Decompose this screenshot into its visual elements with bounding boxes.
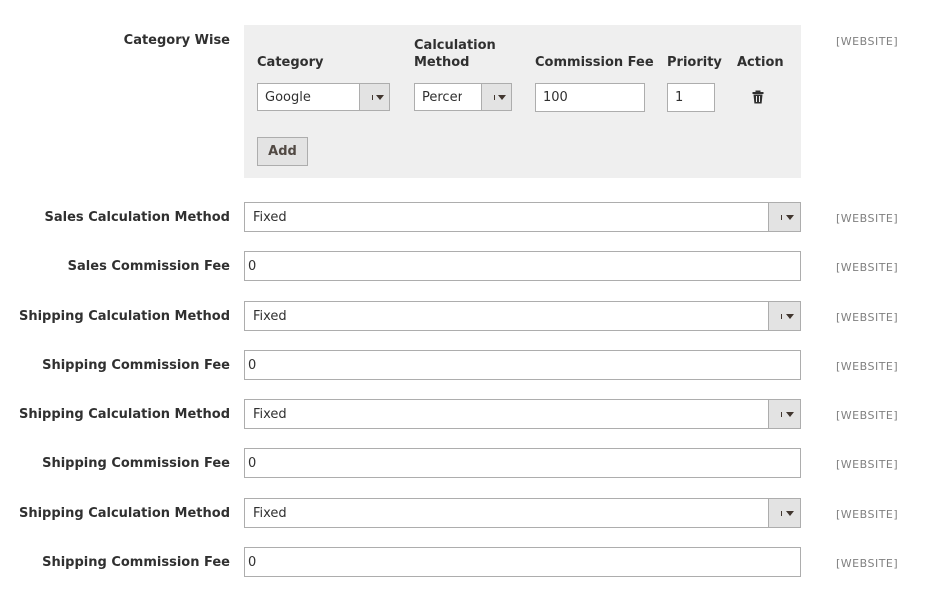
select-value: Fixed bbox=[253, 506, 287, 521]
priority-input[interactable]: 1 bbox=[667, 83, 715, 112]
scope-badge: [WEBSITE] bbox=[836, 409, 899, 422]
select-value: Fixed bbox=[253, 210, 287, 225]
commission-fee-label: Shipping Commission Fee bbox=[42, 456, 230, 471]
chevron-down-icon bbox=[768, 302, 800, 330]
calc-method-select[interactable]: Fixed bbox=[244, 202, 801, 232]
category-select[interactable]: Google bbox=[257, 83, 390, 111]
scope-badge: [WEBSITE] bbox=[836, 458, 899, 471]
commission-fee-value: 100 bbox=[543, 90, 568, 105]
scope-badge: [WEBSITE] bbox=[836, 261, 899, 274]
scope-badge: [WEBSITE] bbox=[836, 508, 899, 521]
input-value: 0 bbox=[248, 358, 257, 373]
scope-badge: [WEBSITE] bbox=[836, 360, 899, 373]
category-select-value: Google bbox=[265, 90, 311, 105]
select-value: Fixed bbox=[253, 309, 287, 324]
priority-value: 1 bbox=[675, 90, 684, 105]
chevron-down-icon bbox=[768, 203, 800, 231]
header-calc-method-line1: Calculation bbox=[414, 38, 496, 53]
scope-badge: [WEBSITE] bbox=[836, 311, 899, 324]
calc-method-select[interactable]: Fixed bbox=[244, 498, 801, 528]
commission-fee-label: Shipping Commission Fee bbox=[42, 555, 230, 570]
scope-badge: [WEBSITE] bbox=[836, 212, 899, 225]
scope-badge: [WEBSITE] bbox=[836, 35, 899, 48]
commission-fee-label: Shipping Commission Fee bbox=[42, 358, 230, 373]
add-row-button[interactable]: Add bbox=[257, 137, 308, 166]
input-value: 0 bbox=[248, 456, 257, 471]
header-priority: Priority bbox=[667, 55, 722, 70]
calc-method-select-value: Percer bbox=[422, 90, 462, 105]
header-calc-method-line2: Method bbox=[414, 55, 470, 70]
chevron-down-icon bbox=[768, 400, 800, 428]
calc-method-label: Shipping Calculation Method bbox=[18, 309, 230, 324]
scope-badge: [WEBSITE] bbox=[836, 557, 899, 570]
commission-fee-input[interactable]: 0 bbox=[244, 251, 801, 281]
chevron-down-icon bbox=[359, 84, 389, 110]
category-wise-label: Category Wise bbox=[123, 33, 230, 48]
calc-method-label: Shipping Calculation Method bbox=[18, 407, 230, 422]
commission-fee-input[interactable]: 0 bbox=[244, 350, 801, 380]
commission-fee-input[interactable]: 0 bbox=[244, 448, 801, 478]
header-commission-fee: Commission Fee bbox=[535, 55, 654, 70]
header-calc-method: Calculation Method bbox=[414, 37, 496, 71]
header-category: Category bbox=[257, 55, 324, 70]
trash-icon[interactable] bbox=[752, 90, 764, 104]
input-value: 0 bbox=[248, 555, 257, 570]
input-value: 0 bbox=[248, 259, 257, 274]
calc-method-select[interactable]: Fixed bbox=[244, 301, 801, 331]
calc-method-select[interactable]: Percer bbox=[414, 83, 512, 111]
chevron-down-icon bbox=[768, 499, 800, 527]
chevron-down-icon bbox=[481, 84, 511, 110]
header-action: Action bbox=[737, 55, 784, 70]
calc-method-label: Shipping Calculation Method bbox=[18, 506, 230, 521]
select-value: Fixed bbox=[253, 407, 287, 422]
commission-fee-input[interactable]: 0 bbox=[244, 547, 801, 577]
commission-fee-label: Sales Commission Fee bbox=[67, 259, 230, 274]
calc-method-label: Sales Calculation Method bbox=[44, 210, 230, 225]
calc-method-select[interactable]: Fixed bbox=[244, 399, 801, 429]
commission-fee-input[interactable]: 100 bbox=[535, 83, 645, 112]
